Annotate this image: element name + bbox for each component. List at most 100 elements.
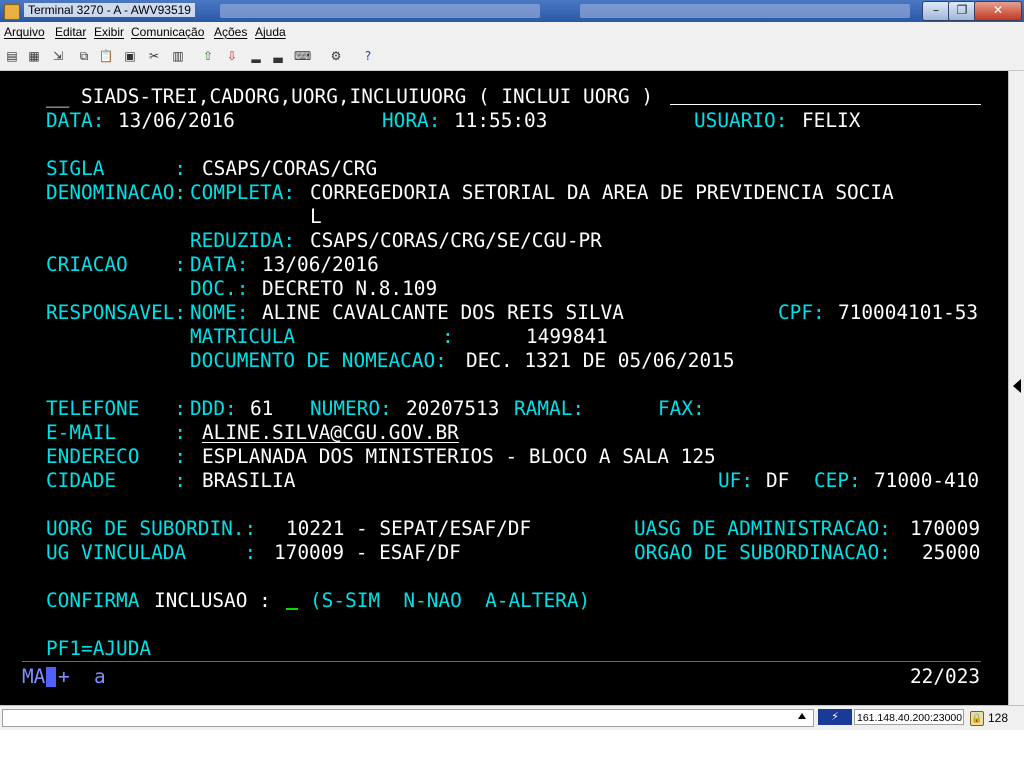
command-field[interactable]: __	[46, 85, 69, 108]
taskbar-blur	[580, 4, 910, 18]
oia-keyboard-indicator: a	[94, 665, 106, 688]
host-address: 161.148.40.200:23000	[854, 709, 964, 725]
inclusao-label: INCLUSAO :	[154, 589, 271, 612]
ramal-label: RAMAL:	[514, 397, 585, 420]
oia-divider	[22, 661, 981, 662]
reduzida-label: REDUZIDA:	[190, 229, 296, 252]
transfer-icon[interactable]: ▂	[248, 48, 264, 64]
menu-editar[interactable]: Editar	[55, 25, 86, 39]
maximize-button[interactable]: ❐	[948, 1, 976, 21]
oia-plus: +	[58, 665, 70, 688]
ddd-label: DDD:	[190, 397, 237, 420]
ddd-value: 61	[250, 397, 274, 420]
menu-bar: Arquivo Editar Exibir Comunicação Ações …	[0, 22, 1024, 42]
paste-icon[interactable]: 📋	[98, 48, 114, 64]
completa-value: CORREGEDORIA SETORIAL DA AREA DE PREVIDE…	[310, 181, 894, 204]
criacao-data-label: DATA:	[190, 253, 249, 276]
print-setup-icon[interactable]: ▦	[26, 48, 42, 64]
app-icon	[4, 4, 20, 20]
connection-icon: ⚡	[818, 709, 852, 725]
usuario-value: FELIX	[802, 109, 861, 132]
screen-title: SIADS-TREI,CADORG,UORG,INCLUIUORG ( INCL…	[81, 85, 654, 108]
close-button[interactable]: ✕	[974, 1, 1022, 21]
sigla-label: SIGLA :	[46, 157, 187, 180]
encryption-bits: 128	[988, 711, 1009, 725]
chevron-left-icon[interactable]	[1013, 379, 1021, 393]
numero-value: 20207513	[406, 397, 500, 420]
chevron-up-icon[interactable]	[798, 713, 806, 719]
fax-label: FAX:	[658, 397, 705, 420]
title-bar: Terminal 3270 - A - AWV93519 – ❐ ✕	[0, 0, 1024, 22]
pf1-help-hint: PF1=AJUDA	[46, 637, 152, 660]
doc-nomeacao-value: DEC. 1321 DE 05/06/2015	[466, 349, 735, 372]
terminal-screen[interactable]: __ SIADS-TREI,CADORG,UORG,INCLUIUORG ( I…	[0, 71, 1008, 705]
matricula-value: 1499841	[526, 325, 608, 348]
taskbar-blur	[220, 4, 540, 18]
menu-arquivo[interactable]: Arquivo	[4, 25, 45, 39]
denominacao-label: DENOMINACAO:	[46, 181, 187, 204]
menu-comunicacao[interactable]: Comunicação	[131, 25, 204, 39]
menu-exibir[interactable]: Exibir	[94, 25, 124, 39]
telefone-label: TELEFONE :	[46, 397, 187, 420]
minimize-button[interactable]: –	[922, 1, 950, 21]
matricula-separator: :	[442, 325, 454, 348]
criacao-label: CRIACAO :	[46, 253, 187, 276]
cpf-label: CPF:	[778, 301, 825, 324]
orgao-value: 25000	[922, 541, 981, 564]
doc-value: DECRETO N.8.109	[262, 277, 438, 300]
hora-label: HORA:	[382, 109, 441, 132]
matricula-label: MATRICULA	[190, 325, 296, 348]
window-title: Terminal 3270 - A - AWV93519	[24, 3, 195, 17]
uasg-label: UASG DE ADMINISTRACAO:	[634, 517, 891, 540]
cidade-label: CIDADE :	[46, 469, 187, 492]
cep-label: CEP:	[814, 469, 861, 492]
usuario-label: USUARIO:	[694, 109, 788, 132]
uorg-sub-label: UORG DE SUBORDIN.:	[46, 517, 257, 540]
numero-label: NUMERO:	[310, 397, 392, 420]
confirma-options: (S-SIM N-NAO A-ALTERA)	[310, 589, 591, 612]
uorg-sub-value: 10221 - SEPAT/ESAF/DF	[286, 517, 532, 540]
endereco-value: ESPLANADA DOS MINISTERIOS - BLOCO A SALA…	[202, 445, 716, 468]
cut-icon[interactable]: ✂	[146, 48, 162, 64]
confirma-label: CONFIRMA	[46, 589, 140, 612]
confirm-input-field[interactable]	[286, 608, 298, 610]
cidade-value: BRASILIA	[202, 469, 296, 492]
ug-label: UG VINCULADA :	[46, 541, 257, 564]
keypad-icon[interactable]: ▥	[170, 48, 186, 64]
print-screen-icon[interactable]: ▤	[4, 48, 20, 64]
uf-value: DF	[766, 469, 790, 492]
page-setup-icon[interactable]: ⇲	[50, 48, 66, 64]
ug-value: 170009 - ESAF/DF	[274, 541, 461, 564]
copy-icon[interactable]: ⧉	[76, 48, 92, 64]
cep-value: 71000-410	[874, 469, 980, 492]
uasg-value: 170009	[910, 517, 981, 540]
send-file-icon[interactable]: ⇧	[200, 48, 216, 64]
menu-acoes[interactable]: Ações	[214, 25, 247, 39]
macro-icon[interactable]: ⌨	[294, 48, 311, 64]
status-bar: ⚡ 161.148.40.200:23000 🔒 128	[0, 705, 1024, 730]
help-icon[interactable]: ?	[360, 48, 376, 64]
data-value: 13/06/2016	[118, 109, 235, 132]
email-label: E-MAIL :	[46, 421, 187, 444]
orgao-label: ORGAO DE SUBORDINACAO:	[634, 541, 891, 564]
lock-icon: 🔒	[970, 711, 984, 726]
copy-append-icon[interactable]: ▣	[122, 48, 138, 64]
upload-icon[interactable]: ▃	[270, 48, 286, 64]
header-row: __ SIADS-TREI,CADORG,UORG,INCLUIUORG ( I…	[46, 85, 653, 109]
nome-label: NOME:	[190, 301, 249, 324]
data-label: DATA:	[46, 109, 105, 132]
cpf-value: 710004101-53	[838, 301, 979, 324]
menu-ajuda[interactable]: Ajuda	[255, 25, 286, 39]
oia-mode: MA	[22, 665, 46, 688]
settings-icon[interactable]: ⚙	[328, 48, 344, 64]
hora-value: 11:55:03	[454, 109, 548, 132]
completa-value-cont: L	[310, 205, 322, 228]
receive-file-icon[interactable]: ⇩	[224, 48, 240, 64]
criacao-data-value: 13/06/2016	[262, 253, 379, 276]
side-panel-toggle[interactable]	[1008, 71, 1024, 705]
email-value: ALINE.SILVA@CGU.GOV.BR	[202, 421, 459, 444]
oia-cursor-block	[46, 667, 56, 687]
toolbar: ▤ ▦ ⇲ ⧉ 📋 ▣ ✂ ▥ ⇧ ⇩ ▂ ▃ ⌨ ⚙ ?	[0, 42, 1024, 71]
doc-label: DOC.:	[190, 277, 249, 300]
uf-label: UF:	[718, 469, 754, 492]
